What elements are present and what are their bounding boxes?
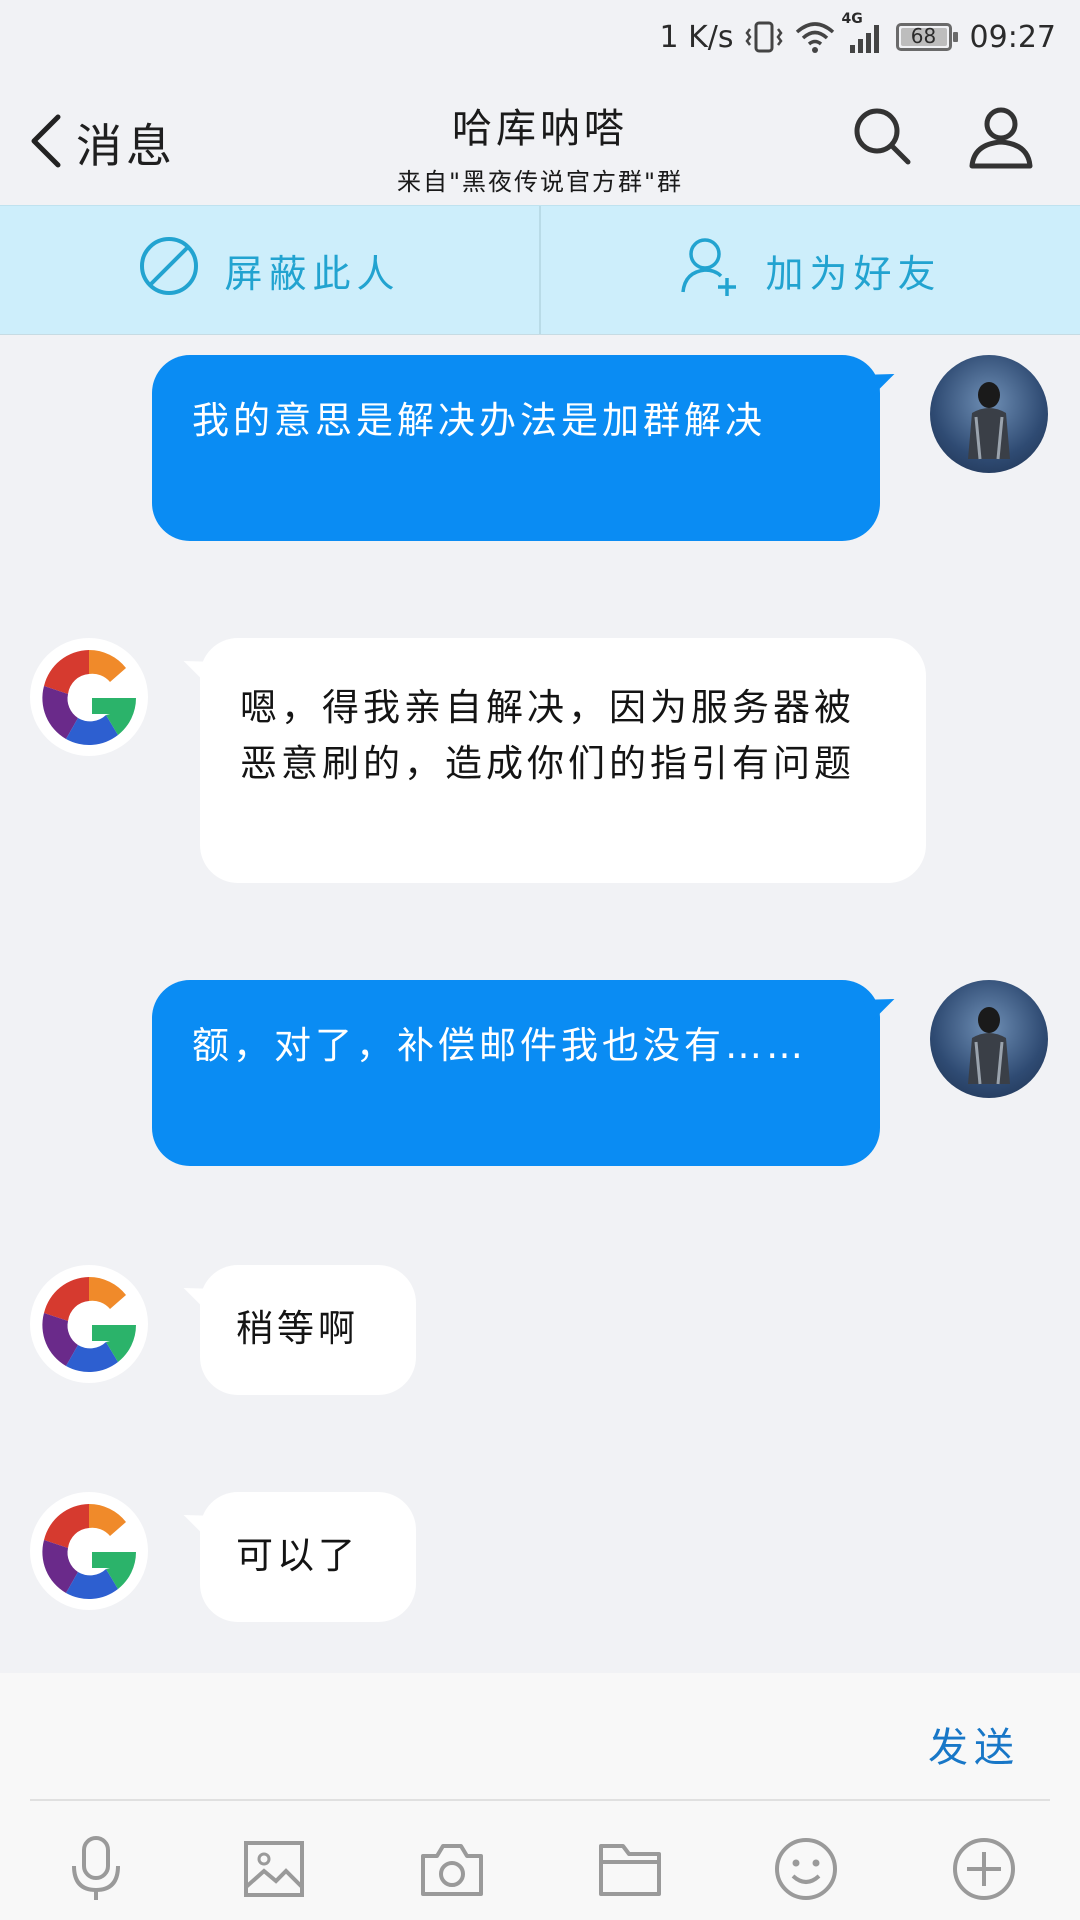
plus-icon: [951, 1836, 1017, 1906]
search-icon: [850, 108, 914, 172]
message-text: 额，对了，补偿邮件我也没有……: [192, 1024, 807, 1067]
chat-title: 哈库呐嗒: [452, 106, 628, 152]
photo-button[interactable]: [234, 1831, 314, 1911]
block-icon: [138, 235, 200, 306]
top-navigation-bar: 消息 哈库呐嗒 来自"黑夜传说官方群"群: [0, 72, 1080, 205]
chat-subtitle: 来自"黑夜传说官方群"群: [396, 168, 684, 196]
add-friend-icon: [679, 234, 741, 307]
file-button[interactable]: [590, 1831, 670, 1911]
send-button[interactable]: 发送: [928, 1715, 1020, 1773]
message-text: 嗯，得我亲自解决，因为服务器被恶意刷的，造成你们的指引有问题: [240, 686, 855, 785]
avatar[interactable]: [30, 1265, 148, 1383]
message-input[interactable]: [30, 1693, 894, 1779]
network-type: 4G: [841, 11, 863, 27]
message-bubble-sent[interactable]: 我的意思是解决办法是加群解决: [152, 355, 880, 541]
add-friend-label: 加为好友: [765, 251, 942, 296]
message-bubble-received[interactable]: 稍等啊: [200, 1265, 416, 1395]
composer-toolbar: [0, 1823, 1080, 1913]
battery-icon: 68: [895, 23, 958, 51]
status-bar: 1 K/s 4G 68 09:27: [0, 0, 1080, 72]
battery-level: 68: [910, 24, 937, 48]
message-text: 我的意思是解决办法是加群解决: [192, 399, 766, 442]
profile-button[interactable]: [968, 104, 1034, 174]
stranger-action-bar: 屏蔽此人 加为好友: [0, 205, 1080, 335]
mic-icon: [66, 1834, 126, 1908]
search-button[interactable]: [850, 104, 914, 172]
back-label: 消息: [76, 119, 176, 173]
avatar[interactable]: [30, 638, 148, 756]
user-icon: [968, 107, 1034, 174]
emoji-button[interactable]: [766, 1831, 846, 1911]
chat-messages[interactable]: 我的意思是解决办法是加群解决 嗯，得我亲自解决，因为服务器被恶意刷的，造成你们的…: [0, 335, 1080, 1673]
user-avatar-image: [968, 382, 1010, 460]
wifi-icon: [794, 20, 836, 54]
folder-icon: [597, 1840, 663, 1902]
composer-divider: [30, 1799, 1050, 1801]
back-button[interactable]: 消息: [28, 110, 176, 176]
message-bubble-sent[interactable]: 额，对了，补偿邮件我也没有……: [152, 980, 880, 1166]
message-text: 稍等啊: [236, 1307, 359, 1350]
voice-button[interactable]: [56, 1831, 136, 1911]
emoji-icon: [773, 1836, 839, 1906]
g-logo-icon: [42, 1504, 136, 1600]
g-logo-icon: [42, 1277, 136, 1373]
avatar[interactable]: [930, 355, 1048, 473]
vibrate-icon: [744, 19, 784, 55]
camera-button[interactable]: [412, 1831, 492, 1911]
clock: 09:27: [969, 19, 1056, 55]
g-logo-icon: [42, 650, 136, 746]
block-user-label: 屏蔽此人: [224, 251, 401, 296]
network-speed: 1 K/s: [659, 19, 734, 55]
block-user-button[interactable]: 屏蔽此人: [0, 206, 539, 334]
message-text: 可以了: [236, 1534, 359, 1577]
message-composer: 发送: [0, 1673, 1080, 1920]
message-bubble-received[interactable]: 嗯，得我亲自解决，因为服务器被恶意刷的，造成你们的指引有问题: [200, 638, 926, 883]
avatar[interactable]: [30, 1492, 148, 1610]
message-bubble-received[interactable]: 可以了: [200, 1492, 416, 1622]
chevron-left-icon: [28, 113, 64, 173]
user-avatar-image: [968, 1007, 1010, 1085]
status-indicators: 1 K/s 4G 68 09:27: [659, 11, 1056, 58]
more-button[interactable]: [944, 1831, 1024, 1911]
add-friend-button[interactable]: 加为好友: [539, 206, 1080, 334]
camera-icon: [419, 1840, 485, 1902]
cellular-signal-icon: 4G: [842, 11, 886, 55]
image-icon: [242, 1839, 306, 1903]
chat-title-block: 哈库呐嗒 来自"黑夜传说官方群"群: [290, 96, 790, 197]
avatar[interactable]: [930, 980, 1048, 1098]
